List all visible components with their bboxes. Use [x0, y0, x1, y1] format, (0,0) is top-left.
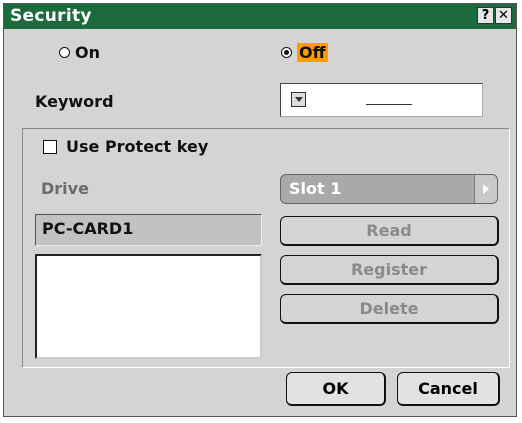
- delete-button[interactable]: Delete: [280, 294, 499, 324]
- radio-off[interactable]: Off: [281, 41, 328, 63]
- radio-on[interactable]: On: [59, 41, 100, 63]
- drive-label: Drive: [41, 179, 89, 198]
- card-name-field: PC-CARD1: [35, 214, 262, 246]
- cancel-button[interactable]: Cancel: [397, 372, 500, 406]
- close-button[interactable]: ✕: [495, 7, 512, 24]
- title-bar: Security ? ✕: [4, 4, 516, 29]
- question-icon: ?: [481, 8, 490, 23]
- radio-off-label: Off: [297, 42, 328, 62]
- use-protect-key-checkbox[interactable]: Use Protect key: [43, 137, 208, 156]
- keyword-field[interactable]: [280, 83, 483, 117]
- security-dialog: Security ? ✕ On Off Keyword Use Protect …: [3, 3, 517, 417]
- drive-select[interactable]: Slot 1: [280, 174, 498, 204]
- read-button[interactable]: Read: [280, 216, 499, 246]
- help-button[interactable]: ?: [477, 7, 494, 24]
- key-list[interactable]: [35, 254, 262, 359]
- use-protect-key-label: Use Protect key: [66, 137, 209, 156]
- close-icon: ✕: [498, 8, 509, 23]
- register-button[interactable]: Register: [280, 255, 499, 285]
- drive-value: Slot 1: [289, 179, 342, 198]
- radio-on-label: On: [75, 42, 100, 62]
- dialog-title: Security: [10, 6, 92, 26]
- radio-circle-icon: [59, 46, 70, 58]
- right-arrow-icon[interactable]: [474, 175, 497, 203]
- ok-button[interactable]: OK: [286, 372, 386, 406]
- dropdown-arrow-icon[interactable]: [291, 92, 306, 107]
- radio-selected-icon: [281, 46, 292, 58]
- checkbox-icon: [43, 139, 57, 154]
- keyword-label: Keyword: [35, 92, 114, 111]
- keyword-input-line: [366, 104, 412, 105]
